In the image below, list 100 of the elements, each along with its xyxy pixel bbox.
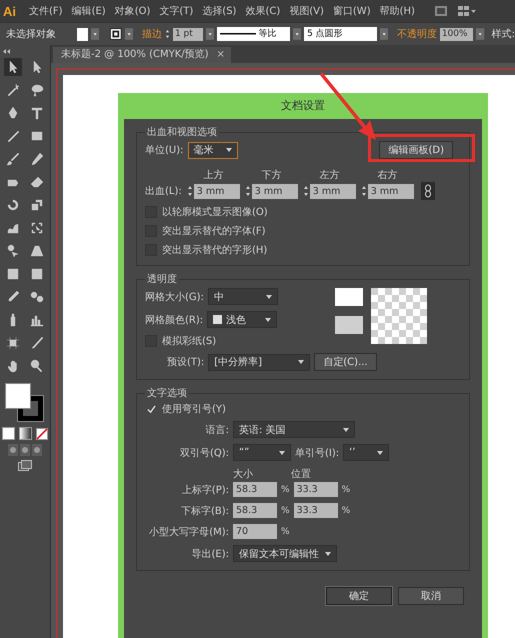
menu-item[interactable]: 编辑(E) bbox=[72, 4, 106, 18]
app-logo: Ai bbox=[3, 4, 16, 18]
stroke-line-icon bbox=[220, 32, 256, 36]
grid-color-swatch[interactable] bbox=[335, 316, 363, 334]
unit-label: % bbox=[281, 484, 290, 494]
checkbox-label[interactable]: 以轮廓模式显示图像(O) bbox=[162, 205, 268, 219]
caret-icon bbox=[343, 428, 349, 432]
caret-icon bbox=[298, 360, 304, 364]
size-input[interactable]: 58.3 bbox=[233, 503, 277, 518]
selection-status: 未选择对象 bbox=[6, 28, 56, 41]
position-input[interactable]: 33.3 bbox=[294, 482, 338, 497]
opacity-field[interactable]: 100% bbox=[440, 28, 474, 40]
checkbox-label[interactable]: 使用弯引号(Y) bbox=[162, 402, 226, 416]
caret-icon[interactable] bbox=[292, 27, 302, 41]
gradient-mode-icon[interactable] bbox=[19, 427, 32, 440]
fill-swatch[interactable] bbox=[77, 28, 88, 40]
caret-icon bbox=[325, 552, 331, 556]
checkbox-label[interactable]: 模拟彩纸(S) bbox=[162, 334, 216, 348]
stroke-profile-dropdown[interactable]: 等比 bbox=[217, 27, 290, 41]
paper-color-swatch[interactable] bbox=[335, 288, 363, 306]
position-input[interactable]: 33.3 bbox=[294, 503, 338, 518]
grid-size-dropdown[interactable]: 中 bbox=[208, 288, 278, 305]
dialog-title: 文档设置 bbox=[280, 98, 326, 114]
column-header: 左方 bbox=[318, 168, 340, 182]
field-label: 下标字(B): bbox=[180, 504, 229, 518]
single-quotes-dropdown[interactable]: ‘’ bbox=[343, 444, 390, 461]
bleed-input[interactable]: 3 mm bbox=[368, 184, 414, 198]
caret-icon[interactable] bbox=[90, 27, 100, 41]
close-button[interactable]: × bbox=[216, 47, 225, 63]
cancel-button[interactable]: 取消 bbox=[398, 587, 464, 605]
field-label: 小型大写字母(M): bbox=[148, 526, 229, 538]
menu-item[interactable]: 文字(T) bbox=[159, 4, 194, 18]
fill-stroke-swatches-drawing[interactable] bbox=[5, 383, 45, 423]
caret-icon bbox=[265, 318, 272, 322]
collapse-icon[interactable] bbox=[3, 49, 11, 54]
none-mode-icon[interactable] bbox=[36, 428, 48, 440]
caret-icon[interactable] bbox=[476, 27, 485, 41]
screen-mode-icon[interactable] bbox=[18, 460, 32, 472]
export-dropdown[interactable]: 保留文本可编辑性 bbox=[233, 545, 337, 562]
caret-icon bbox=[279, 450, 285, 454]
caret-icon bbox=[377, 450, 384, 454]
opacity-label[interactable]: 不透明度 bbox=[396, 27, 437, 41]
style-label: 样式: bbox=[492, 28, 515, 41]
layout-icon[interactable] bbox=[456, 5, 477, 17]
ok-button[interactable]: 确定 bbox=[326, 587, 392, 605]
caret-icon[interactable] bbox=[380, 27, 388, 41]
small-caps-input[interactable]: 70 bbox=[233, 524, 277, 539]
column-header: 上方 bbox=[202, 168, 224, 182]
field-label: 预设(T): bbox=[167, 356, 204, 369]
menu-item[interactable]: 文件(F) bbox=[29, 4, 63, 18]
field-label: 出血(L): bbox=[145, 184, 182, 198]
field-label: 导出(E): bbox=[190, 548, 229, 560]
section-legend: 出血和视图选项 bbox=[145, 125, 219, 139]
column-header: 位置 bbox=[291, 468, 312, 481]
size-input[interactable]: 58.3 bbox=[233, 482, 277, 497]
color-mode-icon[interactable] bbox=[2, 427, 15, 440]
edit-artboards-button[interactable]: 编辑画板(D) bbox=[379, 141, 453, 159]
grid-color-dropdown[interactable]: 浅色 bbox=[207, 311, 278, 328]
stroke-weight-field[interactable]: 1 pt bbox=[172, 28, 204, 40]
menu-item[interactable]: 效果(C) bbox=[245, 4, 280, 18]
menu-item[interactable]: 选择(S) bbox=[202, 4, 236, 18]
section-legend: 文字选项 bbox=[145, 386, 189, 400]
custom-button[interactable]: 自定(C)... bbox=[314, 353, 377, 371]
double-quotes-dropdown[interactable]: “” bbox=[233, 444, 291, 461]
section-legend: 透明度 bbox=[145, 272, 179, 286]
checkbox-label[interactable]: 突出显示替代的字形(H) bbox=[162, 243, 268, 257]
caret-icon bbox=[266, 294, 272, 298]
menu-item[interactable]: 帮助(H) bbox=[380, 4, 415, 18]
field-label: 双引号(Q): bbox=[178, 446, 229, 460]
language-dropdown[interactable]: 英语: 美国 bbox=[233, 421, 355, 438]
screen-icon[interactable] bbox=[434, 5, 448, 17]
unit-label: % bbox=[342, 506, 350, 516]
unit-label: % bbox=[342, 484, 350, 494]
caret-icon[interactable] bbox=[124, 27, 133, 41]
field-label: 单位(U): bbox=[145, 144, 184, 157]
stroke-swatch-icon[interactable] bbox=[110, 27, 122, 41]
caret-icon[interactable] bbox=[206, 27, 214, 41]
checkerboard-preview bbox=[371, 288, 427, 344]
document-tab[interactable]: 未标题-2 @ 100% (CMYK/预览) × bbox=[53, 47, 231, 63]
checkbox[interactable] bbox=[145, 403, 157, 415]
column-header: 大小 bbox=[233, 468, 254, 481]
field-label: 网格颜色(R): bbox=[145, 314, 204, 326]
field-label: 上标字(P): bbox=[180, 484, 229, 496]
column-header: 下方 bbox=[260, 168, 282, 182]
bleed-input[interactable]: 3 mm bbox=[310, 184, 356, 198]
stroke-label[interactable]: 描边 bbox=[142, 27, 162, 41]
column-header: 右方 bbox=[376, 168, 398, 182]
brush-dropdown[interactable]: 5 点圆形 bbox=[304, 27, 377, 41]
preset-dropdown[interactable]: [中分辨率] bbox=[208, 354, 310, 370]
menu-item[interactable]: 对象(O) bbox=[114, 4, 150, 18]
menu-item[interactable]: 视图(V) bbox=[289, 4, 324, 18]
brush-icon[interactable] bbox=[4, 150, 22, 168]
spinner-icon[interactable] bbox=[164, 27, 170, 41]
bleed-input[interactable]: 3 mm bbox=[252, 184, 298, 198]
menu-item[interactable]: 窗口(W) bbox=[332, 4, 371, 18]
bleed-input[interactable]: 3 mm bbox=[194, 184, 240, 198]
checkbox-label[interactable]: 突出显示替代的字体(F) bbox=[162, 224, 266, 238]
field-label: 单引号(I): bbox=[295, 446, 340, 460]
unit-dropdown[interactable]: 毫米 bbox=[188, 142, 238, 158]
link-icon[interactable] bbox=[420, 182, 435, 200]
